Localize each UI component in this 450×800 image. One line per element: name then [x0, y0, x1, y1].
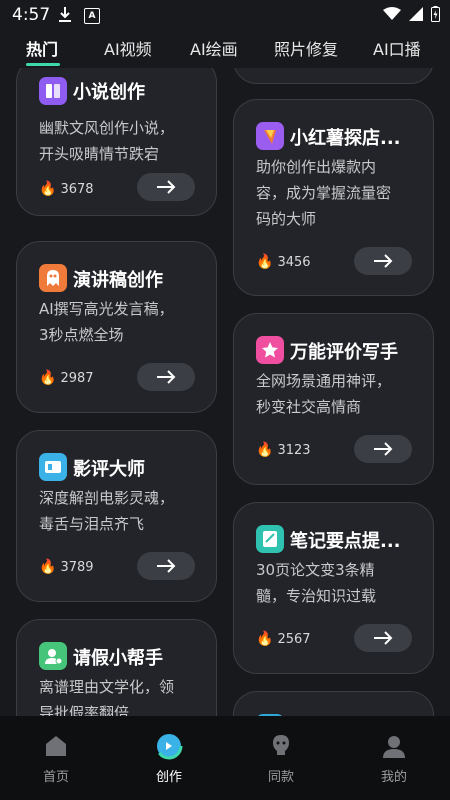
status-bar: 4:57 A — [0, 0, 450, 30]
app-notification-icon: A — [84, 8, 100, 24]
note-icon — [256, 525, 284, 553]
category-tabs: 热门 AI视频 AI绘画 照片修复 AI口播 — [0, 30, 450, 68]
card-desc: 离谱理由文学化，领 导批假率翻倍 — [39, 678, 175, 716]
tab-photo-repair[interactable]: 照片修复 — [274, 36, 338, 60]
signal-icon — [409, 7, 423, 21]
card-title: 笔记要点提... — [290, 531, 401, 552]
status-icons — [383, 6, 440, 22]
tab-ai-broadcast[interactable]: AI口播 — [373, 36, 421, 60]
arrow-right-icon — [157, 370, 176, 384]
card-desc: 助你创作出爆款内 容，成为掌握流量密 码的大师 — [256, 158, 392, 228]
bottom-nav: 首页 创作 同款 我的 — [0, 716, 450, 800]
tool-card-novel[interactable]: 小说创作 幽默文风创作小说， 开头吸睛情节跌宕 🔥 3678 — [16, 68, 217, 216]
card-title: 影评大师 — [73, 459, 145, 480]
create-icon — [155, 732, 183, 760]
status-time: 4:57 — [12, 5, 51, 25]
tool-card-review-writer[interactable]: 万能评价写手 全网场景通用神评， 秒变社交高情商 🔥 3123 — [233, 313, 434, 485]
card-desc: AI撰写高光发言稿， 3秒点燃全场 — [39, 300, 174, 344]
heat-count: 🔥 3123 — [256, 442, 311, 458]
book-icon — [39, 77, 67, 105]
bulb-icon — [273, 735, 289, 755]
heat-count: 🔥 3456 — [256, 254, 311, 270]
tool-card-partial-bottom[interactable] — [233, 691, 434, 716]
ghost-icon — [39, 264, 67, 292]
arrow-right-icon — [157, 559, 176, 573]
tab-ai-painting[interactable]: AI绘画 — [190, 36, 238, 60]
arrow-right-icon — [374, 254, 393, 268]
arrow-button[interactable] — [137, 363, 195, 391]
tab-indicator — [26, 63, 60, 66]
battery-icon — [431, 6, 440, 22]
tool-card-partial[interactable] — [233, 68, 434, 84]
heat-count: 🔥 2987 — [39, 370, 94, 386]
arrow-button[interactable] — [354, 624, 412, 652]
heat-count: 🔥 3789 — [39, 559, 94, 575]
fire-icon: 🔥 — [256, 631, 274, 647]
arrow-right-icon — [157, 180, 176, 194]
tab-ai-video[interactable]: AI视频 — [104, 36, 152, 60]
fire-icon: 🔥 — [256, 442, 274, 458]
arrow-button[interactable] — [354, 435, 412, 463]
tool-card-film-review[interactable]: 影评大师 深度解剖电影灵魂， 毒舌与泪点齐飞 🔥 3789 — [16, 430, 217, 602]
fire-icon: 🔥 — [39, 559, 57, 575]
arrow-button[interactable] — [354, 247, 412, 275]
fire-icon: 🔥 — [39, 370, 57, 386]
heat-count: 🔥 2567 — [256, 631, 311, 647]
card-desc: 30页论文变3条精 髓，专治知识过载 — [256, 561, 377, 605]
tool-card-note-summary[interactable]: 笔记要点提... 30页论文变3条精 髓，专治知识过载 🔥 2567 — [233, 502, 434, 674]
fire-icon: 🔥 — [256, 254, 274, 270]
profile-icon — [383, 736, 405, 758]
tool-card-xiaohongshu[interactable]: 小红薯探店... 助你创作出爆款内 容，成为掌握流量密 码的大师 🔥 3456 — [233, 99, 434, 296]
download-icon — [59, 7, 71, 22]
fire-icon: 🔥 — [39, 181, 57, 197]
tab-hot[interactable]: 热门 — [26, 36, 58, 60]
nav-home[interactable]: 首页 — [26, 732, 86, 785]
nav-profile[interactable]: 我的 — [364, 732, 424, 785]
arrow-button[interactable] — [137, 173, 195, 201]
tool-card-speech[interactable]: 演讲稿创作 AI撰写高光发言稿， 3秒点燃全场 🔥 2987 — [16, 241, 217, 413]
star-icon — [256, 336, 284, 364]
shop-icon — [256, 122, 284, 150]
card-desc: 幽默文风创作小说， 开头吸睛情节跌宕 — [39, 119, 175, 163]
nav-create[interactable]: 创作 — [139, 732, 199, 785]
home-icon — [46, 736, 66, 756]
heat-count: 🔥 3678 — [39, 181, 94, 197]
film-icon — [39, 453, 67, 481]
card-desc: 深度解剖电影灵魂， 毒舌与泪点齐飞 — [39, 489, 175, 533]
card-title: 请假小帮手 — [73, 648, 163, 669]
arrow-button[interactable] — [137, 552, 195, 580]
arrow-right-icon — [374, 442, 393, 456]
card-desc: 全网场景通用神评， 秒变社交高情商 — [256, 372, 392, 416]
card-title: 小红薯探店... — [290, 128, 401, 149]
wifi-icon — [383, 7, 401, 20]
person-icon — [39, 642, 67, 670]
card-title: 万能评价写手 — [290, 342, 398, 363]
arrow-right-icon — [374, 631, 393, 645]
tool-feed[interactable]: 小说创作 幽默文风创作小说， 开头吸睛情节跌宕 🔥 3678 演讲稿创作 AI撰… — [0, 68, 450, 716]
tool-card-leave-helper[interactable]: 请假小帮手 离谱理由文学化，领 导批假率翻倍 — [16, 619, 217, 716]
nav-same-style[interactable]: 同款 — [251, 732, 311, 785]
card-title: 小说创作 — [73, 82, 145, 103]
card-title: 演讲稿创作 — [73, 270, 163, 291]
